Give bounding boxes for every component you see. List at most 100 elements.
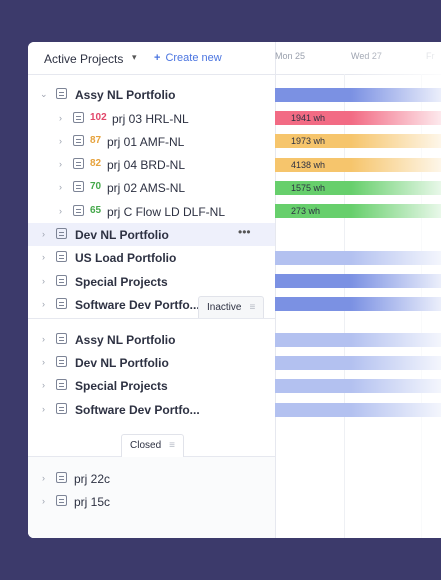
tree-row-project[interactable]: › 65 prj C Flow LD DLF-NL bbox=[28, 200, 275, 223]
chevron-right-icon[interactable]: › bbox=[42, 496, 45, 506]
chevron-right-icon[interactable]: › bbox=[42, 299, 45, 309]
row-label: prj 02 AMS-NL bbox=[107, 181, 186, 195]
portfolio-icon bbox=[56, 403, 67, 414]
portfolio-icon bbox=[56, 356, 67, 367]
chevron-down-icon[interactable]: ▾ bbox=[132, 52, 137, 63]
portfolio-icon bbox=[56, 251, 67, 262]
timeline-bar[interactable] bbox=[275, 379, 441, 393]
row-label: US Load Portfolio bbox=[75, 251, 177, 265]
tree-row-project[interactable]: › 70 prj 02 AMS-NL bbox=[28, 176, 275, 199]
chevron-right-icon[interactable]: › bbox=[42, 380, 45, 390]
chevron-right-icon[interactable]: › bbox=[42, 334, 45, 344]
row-label: Dev NL Portfolio bbox=[75, 356, 169, 370]
closed-project-icon bbox=[56, 472, 67, 483]
inactive-group-tab[interactable]: Inactive ≡ bbox=[198, 296, 265, 318]
priority-score: 70 bbox=[90, 181, 102, 192]
row-label: Dev NL Portfolio bbox=[75, 228, 169, 242]
tree-row-assy-nl-portfolio[interactable]: ⌄ Assy NL Portfolio bbox=[28, 83, 275, 106]
chevron-right-icon[interactable]: › bbox=[59, 206, 62, 216]
chevron-right-icon[interactable]: › bbox=[42, 229, 45, 239]
day-label: Wed 27 bbox=[351, 51, 382, 61]
closed-project-icon bbox=[56, 495, 67, 506]
row-label: prj 04 BRD-NL bbox=[107, 158, 186, 172]
portfolio-icon bbox=[56, 275, 67, 286]
tree-row-special-projects[interactable]: › Special Projects bbox=[28, 270, 275, 293]
more-options-icon[interactable]: ••• bbox=[238, 225, 251, 239]
timeline-bar[interactable]: 1575 wh bbox=[275, 181, 441, 195]
tree-row-project[interactable]: › 102 prj 03 HRL-NL bbox=[28, 107, 275, 130]
portfolio-icon bbox=[56, 88, 67, 99]
tree-row-us-load-portfolio[interactable]: › US Load Portfolio bbox=[28, 246, 275, 269]
day-label: Fr bbox=[426, 51, 435, 61]
toolbar: Active Projects ▾ + Create new bbox=[28, 42, 275, 75]
row-label: prj 22c bbox=[74, 472, 111, 486]
project-icon bbox=[73, 205, 84, 216]
timeline-bar[interactable] bbox=[275, 297, 441, 311]
chevron-right-icon[interactable]: › bbox=[42, 473, 45, 483]
timeline-bar[interactable] bbox=[275, 333, 441, 347]
priority-score: 102 bbox=[90, 112, 107, 123]
project-icon bbox=[73, 135, 84, 146]
tree-row-inactive[interactable]: › Software Dev Portfo... bbox=[28, 398, 275, 421]
portfolio-icon bbox=[56, 379, 67, 390]
timeline-bar[interactable]: 273 wh bbox=[275, 204, 441, 218]
day-label: Mon 25 bbox=[275, 51, 306, 61]
timeline-bar[interactable] bbox=[275, 88, 441, 102]
priority-score: 82 bbox=[90, 158, 102, 169]
plus-icon: + bbox=[154, 52, 161, 64]
project-tree: Active Projects ▾ + Create new ⌄ Assy NL … bbox=[28, 42, 276, 538]
chevron-right-icon[interactable]: › bbox=[42, 276, 45, 286]
row-label: prj 03 HRL-NL bbox=[112, 112, 189, 126]
group-tab-label: Closed bbox=[130, 440, 162, 451]
create-new-label: Create new bbox=[165, 52, 222, 64]
chevron-right-icon[interactable]: › bbox=[59, 113, 62, 123]
row-label: Software Dev Portfo... bbox=[75, 403, 200, 417]
chevron-right-icon[interactable]: › bbox=[42, 357, 45, 367]
tree-row-closed[interactable]: › prj 15c bbox=[28, 490, 275, 513]
tree-row-inactive[interactable]: › Dev NL Portfolio bbox=[28, 351, 275, 374]
portfolio-icon bbox=[56, 228, 67, 239]
row-label: Assy NL Portfolio bbox=[75, 88, 176, 102]
tree-row-dev-nl-portfolio[interactable]: › Dev NL Portfolio ••• bbox=[28, 223, 275, 246]
project-filter-dropdown[interactable]: Active Projects bbox=[44, 52, 123, 66]
group-tab-label: Inactive bbox=[207, 302, 242, 313]
row-label: prj 01 AMF-NL bbox=[107, 135, 185, 149]
tree-row-closed[interactable]: › prj 22c bbox=[28, 467, 275, 490]
drag-handle-icon[interactable]: ≡ bbox=[249, 302, 255, 313]
row-label: prj C Flow LD DLF-NL bbox=[107, 205, 226, 219]
row-label: Special Projects bbox=[75, 275, 168, 289]
tree-row-inactive[interactable]: › Special Projects bbox=[28, 374, 275, 397]
project-icon bbox=[73, 158, 84, 169]
tree-row-inactive[interactable]: › Assy NL Portfolio bbox=[28, 328, 275, 351]
drag-handle-icon[interactable]: ≡ bbox=[169, 440, 175, 451]
timeline-bar[interactable]: 4138 wh bbox=[275, 158, 441, 172]
timeline-bar[interactable]: 1973 wh bbox=[275, 134, 441, 148]
portfolio-icon bbox=[56, 333, 67, 344]
timeline: Mon 25 Wed 27 Fr 1941 wh 1973 wh 4138 wh… bbox=[275, 42, 441, 538]
closed-group-tab[interactable]: Closed ≡ bbox=[121, 434, 184, 457]
chevron-right-icon[interactable]: › bbox=[42, 404, 45, 414]
row-label: prj 15c bbox=[74, 495, 111, 509]
timeline-bar[interactable] bbox=[275, 251, 441, 265]
chevron-right-icon[interactable]: › bbox=[42, 252, 45, 262]
project-panel: Active Projects ▾ + Create new ⌄ Assy NL … bbox=[28, 42, 441, 538]
chevron-down-icon[interactable]: ⌄ bbox=[40, 89, 48, 100]
tree-row-project[interactable]: › 82 prj 04 BRD-NL bbox=[28, 153, 275, 176]
chevron-right-icon[interactable]: › bbox=[59, 182, 62, 192]
project-icon bbox=[73, 181, 84, 192]
row-label: Assy NL Portfolio bbox=[75, 333, 176, 347]
chevron-right-icon[interactable]: › bbox=[59, 159, 62, 169]
priority-score: 65 bbox=[90, 205, 102, 216]
timeline-bar[interactable] bbox=[275, 356, 441, 370]
row-label: Software Dev Portfo... bbox=[75, 298, 200, 312]
timeline-header: Mon 25 Wed 27 Fr bbox=[275, 42, 441, 75]
timeline-bar[interactable] bbox=[275, 274, 441, 288]
chevron-right-icon[interactable]: › bbox=[59, 136, 62, 146]
create-new-button[interactable]: + Create new bbox=[154, 52, 222, 64]
tree-row-project[interactable]: › 87 prj 01 AMF-NL bbox=[28, 130, 275, 153]
priority-score: 87 bbox=[90, 135, 102, 146]
portfolio-icon bbox=[56, 298, 67, 309]
project-icon bbox=[73, 112, 84, 123]
timeline-bar[interactable]: 1941 wh bbox=[275, 111, 441, 125]
timeline-bar[interactable] bbox=[275, 403, 441, 417]
